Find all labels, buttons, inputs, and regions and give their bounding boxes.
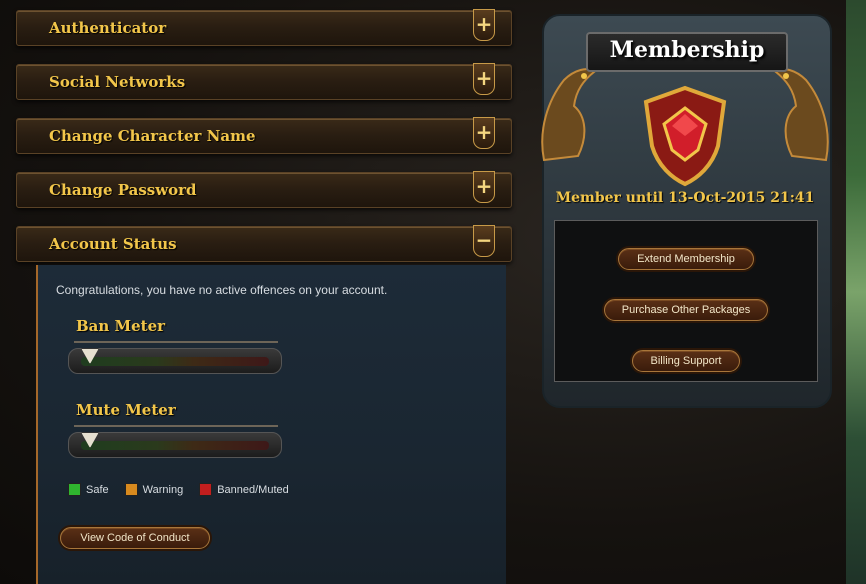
legend-banned-muted: Banned/Muted bbox=[199, 483, 289, 496]
billing-support-button[interactable]: Billing Support bbox=[632, 350, 740, 372]
accordion-title: Social Networks bbox=[49, 73, 186, 91]
accordion-change-character-name[interactable]: Change Character Name + bbox=[16, 117, 512, 154]
safe-swatch-icon bbox=[68, 483, 81, 496]
divider bbox=[74, 341, 278, 343]
mute-meter-label: Mute Meter bbox=[76, 401, 176, 419]
divider bbox=[74, 425, 278, 427]
legend-warning: Warning bbox=[124, 483, 184, 496]
mute-meter-track bbox=[81, 441, 269, 450]
left-dragon-icon bbox=[541, 68, 596, 162]
purchase-other-packages-button[interactable]: Purchase Other Packages bbox=[604, 299, 768, 321]
mute-meter bbox=[68, 432, 282, 458]
expand-plus-icon[interactable]: + bbox=[473, 9, 495, 41]
view-code-of-conduct-button[interactable]: View Code of Conduct bbox=[60, 527, 210, 549]
banned-swatch-icon bbox=[199, 483, 213, 496]
expand-plus-icon[interactable]: + bbox=[473, 117, 495, 149]
background-scenery bbox=[846, 0, 866, 584]
accordion-authenticator[interactable]: Authenticator + bbox=[16, 9, 512, 46]
expand-plus-icon[interactable]: + bbox=[473, 63, 495, 95]
ban-meter-label: Ban Meter bbox=[76, 317, 166, 335]
legend-safe: Safe bbox=[68, 483, 109, 496]
legend-label: Safe bbox=[86, 483, 109, 496]
expand-plus-icon[interactable]: + bbox=[473, 171, 495, 203]
right-dragon-icon bbox=[774, 68, 829, 162]
accordion-title: Change Password bbox=[49, 181, 197, 199]
meter-legend: Safe Warning Banned/Muted bbox=[68, 483, 289, 496]
status-message: Congratulations, you have no active offe… bbox=[56, 283, 388, 297]
legend-label: Banned/Muted bbox=[217, 483, 289, 496]
legend-label: Warning bbox=[142, 483, 184, 496]
warning-swatch-icon bbox=[124, 483, 138, 496]
accordion-title: Account Status bbox=[49, 235, 177, 253]
membership-widget: Membership Member until 13-Oct-2015 21:4… bbox=[541, 14, 832, 408]
membership-expiry: Member until 13-Oct-2015 21:41 bbox=[555, 190, 815, 206]
ban-meter-track bbox=[81, 357, 269, 366]
account-status-panel: Congratulations, you have no active offe… bbox=[36, 265, 506, 584]
extend-membership-button[interactable]: Extend Membership bbox=[618, 248, 754, 270]
ruby-shield-icon bbox=[643, 85, 727, 187]
accordion-title: Change Character Name bbox=[49, 127, 256, 145]
accordion-change-password[interactable]: Change Password + bbox=[16, 171, 512, 208]
collapse-minus-icon[interactable]: − bbox=[473, 225, 495, 257]
ban-meter bbox=[68, 348, 282, 374]
accordion-account-status[interactable]: Account Status − bbox=[16, 225, 512, 262]
membership-title: Membership bbox=[586, 32, 788, 72]
accordion-social-networks[interactable]: Social Networks + bbox=[16, 63, 512, 100]
accordion-title: Authenticator bbox=[49, 19, 167, 37]
